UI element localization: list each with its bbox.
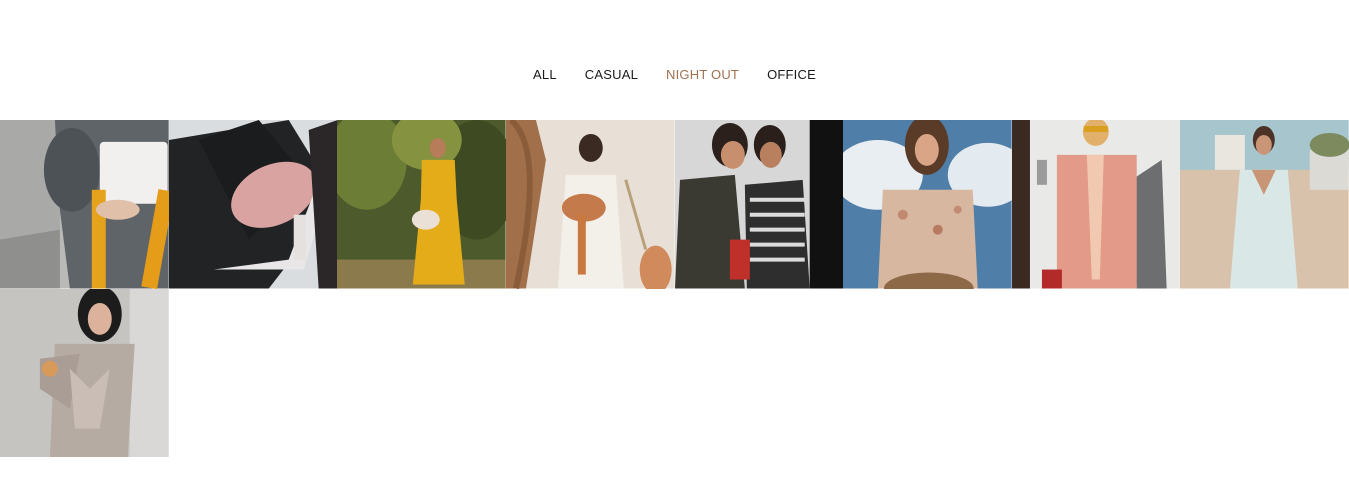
gallery-image xyxy=(0,288,169,457)
gallery-item-grey-dress-handbag[interactable] xyxy=(0,120,169,289)
gallery-item-yellow-dress[interactable] xyxy=(337,120,506,289)
portfolio-gallery xyxy=(0,120,1349,457)
gallery-item-two-women-phone[interactable] xyxy=(674,120,844,289)
gallery-image xyxy=(843,120,1012,289)
gallery-image xyxy=(337,120,506,289)
gallery-item-beach-lace-dress[interactable] xyxy=(1180,120,1349,289)
filter-casual[interactable]: CASUAL xyxy=(585,66,638,84)
filter-night-out[interactable]: NIGHT OUT xyxy=(666,66,739,84)
gallery-image xyxy=(505,120,675,289)
gallery-image xyxy=(674,120,844,289)
gallery-item-lace-dress-bouquet[interactable] xyxy=(505,120,675,289)
gallery-image xyxy=(168,120,338,289)
gallery-item-pink-blazer[interactable] xyxy=(1011,120,1181,289)
filter-all[interactable]: ALL xyxy=(533,66,557,84)
gallery-image xyxy=(0,120,169,289)
portfolio-filter-nav: ALL CASUAL NIGHT OUT OFFICE xyxy=(0,66,1349,84)
gallery-item-floral-dress-sky[interactable] xyxy=(843,120,1012,289)
gallery-image xyxy=(1180,120,1349,289)
filter-office[interactable]: OFFICE xyxy=(767,66,816,84)
gallery-item-feather-sandal[interactable] xyxy=(168,120,338,289)
gallery-item-sequin-dress[interactable] xyxy=(0,288,169,457)
gallery-image xyxy=(1011,120,1181,289)
